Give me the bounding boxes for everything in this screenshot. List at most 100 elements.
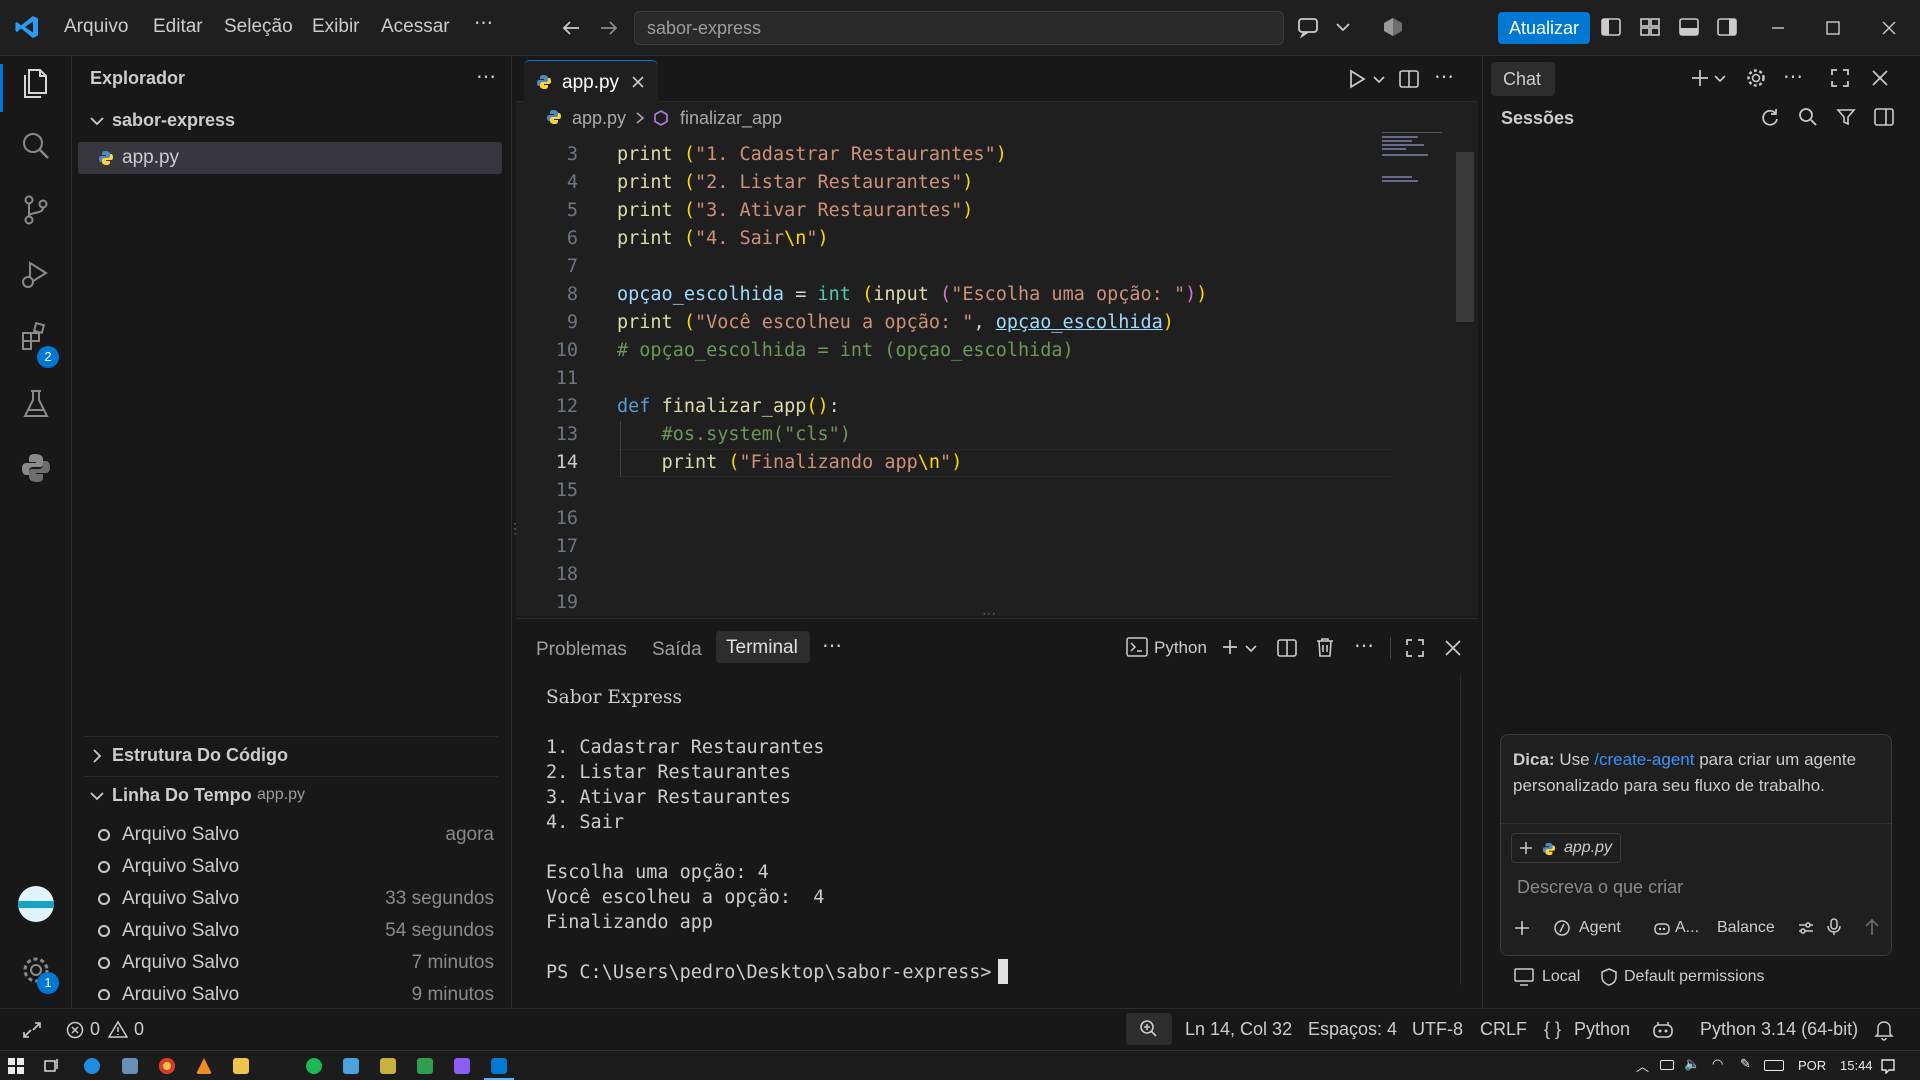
maximize-panel-icon[interactable] — [1404, 637, 1426, 659]
maximize-icon[interactable] — [1823, 18, 1843, 38]
local-picker[interactable]: Local — [1542, 968, 1580, 986]
menu-editar[interactable]: Editar — [153, 16, 203, 38]
add-icon[interactable] — [1513, 919, 1531, 937]
pinned-app-icon[interactable] — [306, 1058, 322, 1074]
menu-selecao[interactable]: Seleção — [224, 16, 293, 38]
close-chat-icon[interactable] — [1869, 67, 1891, 89]
chevron-down-icon[interactable] — [1334, 18, 1352, 36]
forward-arrow-icon[interactable] — [598, 17, 620, 39]
line-ending[interactable]: CRLF — [1480, 1019, 1527, 1040]
code-editor[interactable]: 3 print ("1. Cadastrar Restaurantes") 4 pr… — [516, 141, 1396, 615]
mode-picker[interactable]: Balance — [1717, 919, 1775, 937]
tab-terminal[interactable]: Terminal — [716, 631, 810, 663]
toggle-panel-icon[interactable] — [1678, 16, 1700, 38]
language-mode[interactable]: Python — [1574, 1019, 1630, 1040]
folder-row[interactable]: sabor-express — [72, 106, 512, 136]
pinned-app-icon[interactable] — [343, 1058, 359, 1074]
panel-drag-handle[interactable]: ⋯ — [982, 605, 996, 622]
wifi-icon[interactable]: ◠ — [1712, 1056, 1723, 1072]
add-context-chip[interactable]: app.py — [1511, 833, 1621, 863]
breadcrumb-file[interactable]: app.py — [572, 108, 626, 129]
zoom-button[interactable] — [1126, 1013, 1172, 1045]
error-icon[interactable] — [66, 1021, 84, 1039]
tab-app-py[interactable]: app.py — [524, 60, 658, 102]
split-editor-icon[interactable] — [1398, 68, 1420, 90]
tab-problemas[interactable]: Problemas — [536, 639, 627, 661]
timeline-item[interactable]: Arquivo Salvo 9 minutos — [94, 980, 494, 1000]
permissions-picker[interactable]: Default permissions — [1624, 968, 1765, 986]
minimap[interactable] — [1382, 132, 1442, 192]
menu-more-icon[interactable]: ⋯ — [474, 12, 493, 35]
pinned-app-icon[interactable] — [122, 1058, 138, 1074]
chat-tab[interactable]: Chat — [1491, 62, 1555, 96]
chevron-down-icon[interactable] — [1244, 641, 1258, 655]
toggle-sessions-view-icon[interactable] — [1873, 106, 1895, 128]
chat-scrollbar[interactable] — [1907, 136, 1917, 1016]
toggle-secondary-sidebar-icon[interactable] — [1716, 16, 1738, 38]
editor-more-icon[interactable]: ⋯ — [1434, 64, 1454, 89]
toggle-primary-sidebar-icon[interactable] — [1600, 16, 1622, 38]
python-interpreter[interactable]: Python 3.14 (64-bit) — [1700, 1019, 1858, 1040]
sash-handle[interactable]: ⋮ — [508, 520, 522, 544]
timeline-item[interactable]: Arquivo Salvo — [94, 852, 494, 884]
close-tab-icon[interactable] — [630, 74, 646, 90]
timeline-section-header[interactable]: Linha Do Tempo app.py — [72, 780, 512, 812]
editor-scrollbar-thumb[interactable] — [1456, 152, 1474, 322]
outline-section-header[interactable]: Estrutura Do Código — [72, 740, 512, 772]
account-avatar[interactable] — [18, 886, 54, 922]
notifications-bell-icon[interactable] — [1874, 1019, 1894, 1041]
chrome-icon[interactable] — [159, 1058, 175, 1074]
vlc-icon[interactable] — [196, 1058, 212, 1074]
explorer-icon[interactable] — [18, 66, 54, 102]
edge-browser-icon[interactable] — [84, 1058, 100, 1074]
pinned-app-icon[interactable] — [454, 1058, 470, 1074]
run-debug-icon[interactable] — [18, 256, 54, 292]
new-terminal-icon[interactable] — [1220, 637, 1240, 657]
breadcrumb-symbol[interactable]: finalizar_app — [680, 108, 782, 129]
search-icon[interactable] — [18, 128, 54, 164]
customize-layout-icon[interactable] — [1639, 16, 1661, 38]
menu-arquivo[interactable]: Arquivo — [64, 16, 128, 38]
remote-icon[interactable] — [22, 1021, 42, 1039]
volume-icon[interactable]: 🔈 — [1684, 1056, 1700, 1072]
search-sessions-icon[interactable] — [1797, 106, 1819, 128]
send-arrow-icon[interactable] — [1863, 917, 1881, 937]
clock[interactable]: 15:44 — [1840, 1058, 1873, 1073]
model-picker[interactable]: A... — [1675, 919, 1699, 937]
maximize-chat-icon[interactable] — [1829, 67, 1851, 89]
command-center-search[interactable]: sabor-express — [634, 11, 1284, 45]
file-row-app-py[interactable]: app.py — [78, 142, 502, 174]
tip-link[interactable]: /create-agent — [1594, 750, 1694, 769]
timeline-item[interactable]: Arquivo Salvo 7 minutos — [94, 948, 494, 980]
explorer-more-icon[interactable]: ⋯ — [476, 64, 496, 89]
chat-settings-gear-icon[interactable] — [1745, 67, 1767, 89]
close-panel-icon[interactable] — [1442, 637, 1464, 659]
split-terminal-icon[interactable] — [1276, 637, 1298, 659]
tools-icon[interactable] — [1797, 919, 1815, 937]
timeline-item[interactable]: Arquivo Salvo 33 segundos — [94, 884, 494, 916]
warning-count[interactable]: 0 — [134, 1019, 144, 1040]
pinned-app-icon[interactable] — [380, 1058, 396, 1074]
menu-acessar[interactable]: Acessar — [381, 16, 450, 38]
python-icon[interactable] — [18, 450, 54, 486]
task-view-icon[interactable] — [44, 1058, 60, 1074]
terminal-output[interactable]: Sabor Express 1. Cadastrar Restaurantes … — [516, 675, 1456, 1009]
warning-icon[interactable] — [108, 1020, 128, 1038]
chevron-down-icon[interactable] — [1372, 72, 1386, 86]
tray-chevron-up-icon[interactable]: ︿ — [1636, 1056, 1649, 1075]
tab-saida[interactable]: Saída — [652, 639, 702, 661]
agent-mode-picker[interactable]: Agent — [1579, 919, 1621, 937]
terminal-shell-name[interactable]: Python — [1154, 638, 1207, 658]
back-arrow-icon[interactable] — [560, 17, 582, 39]
testing-icon[interactable] — [18, 386, 54, 422]
error-count[interactable]: 0 — [90, 1019, 100, 1040]
menu-exibir[interactable]: Exibir — [312, 16, 360, 38]
chevron-down-icon[interactable] — [1713, 71, 1727, 85]
close-window-icon[interactable] — [1879, 18, 1899, 38]
minimize-icon[interactable] — [1768, 18, 1788, 38]
filter-icon[interactable] — [1835, 106, 1857, 128]
encoding[interactable]: UTF-8 — [1412, 1019, 1463, 1040]
update-button[interactable]: Atualizar — [1498, 12, 1590, 44]
file-explorer-icon[interactable] — [233, 1058, 249, 1074]
chat-prompt-input[interactable]: Descreva o que criar — [1517, 877, 1683, 898]
